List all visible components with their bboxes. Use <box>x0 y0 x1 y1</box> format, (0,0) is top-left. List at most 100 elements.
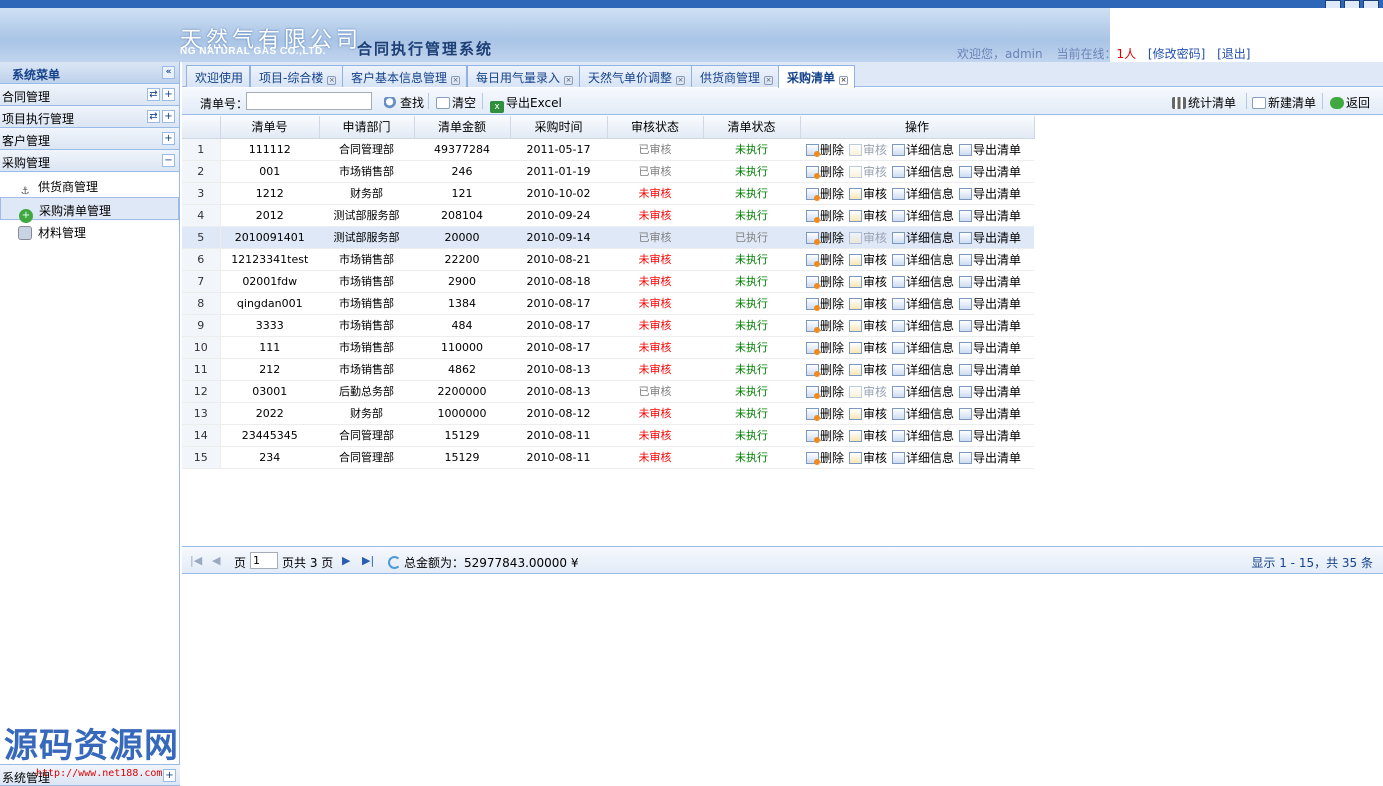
tab-customer-info[interactable]: 客户基本信息管理 × <box>342 65 468 87</box>
sidebar-group-project[interactable]: 项目执行管理 ⇄ + <box>0 106 179 128</box>
export-excel-button[interactable]: x 导出Excel <box>490 94 562 113</box>
table-row[interactable]: 5 2010091401 测试部服务部 20000 2010-09-14 已审核 已执行 删除… <box>182 226 1034 249</box>
refresh-icon[interactable]: ⇄ <box>147 88 160 101</box>
sidebar-item-supplier[interactable]: ⚓ 供货商管理 <box>0 174 179 197</box>
detail-button[interactable]: 详细信息 <box>892 163 954 180</box>
table-row[interactable]: 9 3333 市场销售部 484 2010-08-17 未审核 未执行 删除 审核 详细信息 导出清… <box>182 314 1034 337</box>
export-list-button[interactable]: 导出清单 <box>959 405 1021 422</box>
delete-button[interactable]: 删除 <box>806 163 844 180</box>
delete-button[interactable]: 删除 <box>806 185 844 202</box>
export-list-button[interactable]: 导出清单 <box>959 427 1021 444</box>
audit-button[interactable]: 审核 <box>849 361 887 378</box>
audit-button[interactable]: 审核 <box>849 207 887 224</box>
page-number-input[interactable] <box>250 552 278 569</box>
audit-button[interactable]: 审核 <box>849 427 887 444</box>
table-row[interactable]: 10 111 市场销售部 110000 2010-08-17 未审核 未执行 删除 审核 详细信息… <box>182 336 1034 359</box>
first-page-icon[interactable]: |◀ <box>190 554 202 567</box>
search-button[interactable]: 查找 <box>384 94 424 111</box>
export-list-button[interactable]: 导出清单 <box>959 141 1021 158</box>
tab-close-icon[interactable]: × <box>839 76 849 85</box>
detail-button[interactable]: 详细信息 <box>892 141 954 158</box>
sidebar-collapse-button[interactable]: « <box>162 66 175 79</box>
export-list-button[interactable]: 导出清单 <box>959 295 1021 312</box>
tab-project[interactable]: 项目-综合楼 × <box>250 65 344 87</box>
export-list-button[interactable]: 导出清单 <box>959 229 1021 246</box>
column-header[interactable]: 清单号 <box>220 116 320 139</box>
export-list-button[interactable]: 导出清单 <box>959 317 1021 334</box>
expand-icon[interactable]: + <box>162 110 175 123</box>
export-list-button[interactable]: 导出清单 <box>959 449 1021 466</box>
delete-button[interactable]: 删除 <box>806 339 844 356</box>
export-list-button[interactable]: 导出清单 <box>959 361 1021 378</box>
tab-gas-price[interactable]: 天然气单价调整 × <box>579 65 693 87</box>
tab-welcome[interactable]: 欢迎使用 <box>186 65 251 87</box>
table-row[interactable]: 8 qingdan001 市场销售部 1384 2010-08-17 未审核 未执行 删除 审核… <box>182 292 1034 315</box>
back-button[interactable]: 返回 <box>1330 94 1370 111</box>
delete-button[interactable]: 删除 <box>806 141 844 158</box>
stat-list-button[interactable]: 统计清单 <box>1172 94 1236 111</box>
delete-button[interactable]: 删除 <box>806 383 844 400</box>
new-list-button[interactable]: 新建清单 <box>1252 94 1316 111</box>
tab-close-icon[interactable]: × <box>327 76 337 85</box>
sidebar-group-contract[interactable]: 合同管理 ⇄ + <box>0 84 179 106</box>
delete-button[interactable]: 删除 <box>806 295 844 312</box>
detail-button[interactable]: 详细信息 <box>892 251 954 268</box>
next-page-icon[interactable]: ▶ <box>342 554 350 567</box>
detail-button[interactable]: 详细信息 <box>892 317 954 334</box>
tab-close-icon[interactable]: × <box>564 76 574 85</box>
audit-button[interactable]: 审核 <box>849 449 887 466</box>
delete-button[interactable]: 删除 <box>806 251 844 268</box>
delete-button[interactable]: 删除 <box>806 427 844 444</box>
sidebar-group-purchase[interactable]: 采购管理 − <box>0 150 179 172</box>
delete-button[interactable]: 删除 <box>806 405 844 422</box>
prev-page-icon[interactable]: ◀ <box>212 554 220 567</box>
detail-button[interactable]: 详细信息 <box>892 229 954 246</box>
expand-icon[interactable]: + <box>162 132 175 145</box>
audit-button[interactable]: 审核 <box>849 405 887 422</box>
detail-button[interactable]: 详细信息 <box>892 207 954 224</box>
column-header[interactable]: 采购时间 <box>510 116 608 139</box>
audit-button[interactable]: 审核 <box>849 295 887 312</box>
export-list-button[interactable]: 导出清单 <box>959 273 1021 290</box>
delete-button[interactable]: 删除 <box>806 361 844 378</box>
delete-button[interactable]: 删除 <box>806 229 844 246</box>
tab-purchase-list[interactable]: 采购清单 × <box>778 65 856 88</box>
table-row[interactable]: 7 02001fdw 市场销售部 2900 2010-08-18 未审核 未执行 删除 审核 详细… <box>182 270 1034 293</box>
last-page-icon[interactable]: ▶| <box>362 554 374 567</box>
detail-button[interactable]: 详细信息 <box>892 361 954 378</box>
export-list-button[interactable]: 导出清单 <box>959 251 1021 268</box>
export-list-button[interactable]: 导出清单 <box>959 185 1021 202</box>
tab-daily-gas[interactable]: 每日用气量录入 × <box>467 65 581 87</box>
detail-button[interactable]: 详细信息 <box>892 449 954 466</box>
column-header[interactable]: 清单状态 <box>703 116 801 139</box>
table-row[interactable]: 13 2022 财务部 1000000 2010-08-12 未审核 未执行 删除 审核 详细信息… <box>182 402 1034 425</box>
column-header[interactable]: 清单金额 <box>414 116 511 139</box>
tab-supplier[interactable]: 供货商管理 × <box>691 65 781 87</box>
logout-link[interactable]: [退出] <box>1217 47 1250 61</box>
detail-button[interactable]: 详细信息 <box>892 295 954 312</box>
tab-close-icon[interactable]: × <box>676 76 686 85</box>
table-row[interactable]: 6 12123341test 市场销售部 22200 2010-08-21 未审核 未执行删… <box>182 248 1034 271</box>
table-row[interactable]: 11 212 市场销售部 4862 2010-08-13 未审核 未执行 删除 审核 详细信息 导出… <box>182 358 1034 381</box>
expand-icon[interactable]: + <box>163 769 176 782</box>
refresh-total[interactable]: 总金额为：52977843.00000 ¥ <box>388 554 579 571</box>
clear-button[interactable]: 清空 <box>436 94 476 111</box>
tab-close-icon[interactable]: × <box>764 76 774 85</box>
refresh-icon[interactable]: ⇄ <box>147 110 160 123</box>
table-row[interactable]: 15 234 合同管理部 15129 2010-08-11 未审核 未执行 删除 审核 详细信息 导… <box>182 446 1034 469</box>
sidebar-item-material[interactable]: 材料管理 <box>0 220 179 243</box>
collapse-icon[interactable]: − <box>162 154 175 167</box>
sidebar-group-customer[interactable]: 客户管理 + <box>0 128 179 150</box>
delete-button[interactable]: 删除 <box>806 207 844 224</box>
detail-button[interactable]: 详细信息 <box>892 185 954 202</box>
audit-button[interactable]: 审核 <box>849 317 887 334</box>
refresh-icon[interactable] <box>388 556 401 569</box>
audit-button[interactable]: 审核 <box>849 273 887 290</box>
delete-button[interactable]: 删除 <box>806 317 844 334</box>
export-list-button[interactable]: 导出清单 <box>959 383 1021 400</box>
detail-button[interactable]: 详细信息 <box>892 273 954 290</box>
delete-button[interactable]: 删除 <box>806 273 844 290</box>
column-header[interactable]: 审核状态 <box>607 116 704 139</box>
detail-button[interactable]: 详细信息 <box>892 405 954 422</box>
detail-button[interactable]: 详细信息 <box>892 383 954 400</box>
